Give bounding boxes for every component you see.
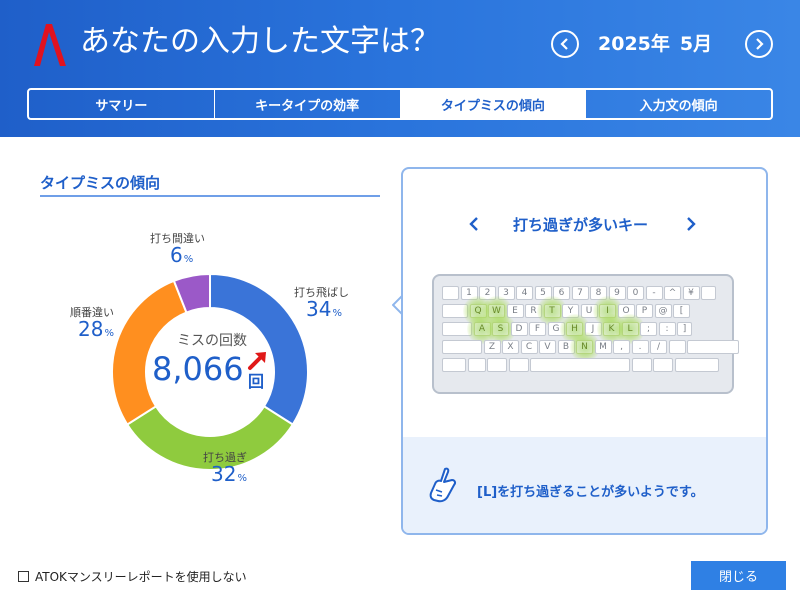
key-D: D xyxy=(510,322,528,336)
slice-value-skip: 34 xyxy=(306,297,332,321)
key-C: C xyxy=(520,340,538,354)
slice-unit-skip: % xyxy=(332,308,342,319)
key-blank xyxy=(442,286,459,300)
key-¥: ¥ xyxy=(682,286,700,300)
slice-pct-mistype: 6% xyxy=(170,243,193,267)
chevron-right-icon xyxy=(756,38,764,50)
key-T: T xyxy=(543,304,561,318)
atok-logo-icon xyxy=(34,24,66,66)
key-blank xyxy=(530,358,630,372)
slice-value-overtype: 32 xyxy=(211,462,237,486)
tab-key-efficiency[interactable]: キータイプの効率 xyxy=(215,90,401,118)
slice-pct-skip: 34% xyxy=(306,297,342,321)
key-blank xyxy=(631,358,652,372)
page-title: あなたの入力した文字は？ xyxy=(80,24,440,59)
key-blank xyxy=(687,340,739,354)
key-0: 0 xyxy=(627,286,644,300)
key-blank xyxy=(653,358,673,372)
checkbox-label: ATOKマンスリーレポートを使用しない xyxy=(35,570,247,584)
key-Z: Z xyxy=(483,340,501,354)
key-@: @ xyxy=(654,304,672,318)
key-blank xyxy=(467,358,486,372)
key-V: V xyxy=(539,340,556,354)
slice-pct-overtype: 32% xyxy=(211,462,247,486)
key-;: ; xyxy=(640,322,657,336)
keyboard-illustration: 1 2 3 4 5 6 7 8 9 0- ^ ¥ Q W E R T Y U I O P @[A S D F G H J K L;:] Z X C… xyxy=(432,274,739,394)
chevron-left-icon xyxy=(560,38,568,50)
slice-unit-order: % xyxy=(104,328,114,339)
key-L: L xyxy=(621,322,639,336)
tab-bar: サマリー キータイプの効率 タイプミスの傾向 入力文の傾向 xyxy=(27,88,773,120)
prev-key-category-button[interactable] xyxy=(466,216,482,232)
key-,: , xyxy=(613,340,630,354)
report-period: 2025年 5月 xyxy=(598,30,733,58)
disable-report-checkbox[interactable]: ATOKマンスリーレポートを使用しない xyxy=(18,568,247,585)
miss-count-value: 8,066 xyxy=(152,350,244,388)
key-4: 4 xyxy=(516,286,533,300)
slice-unit-mistype: % xyxy=(183,254,194,265)
key-[: [ xyxy=(673,304,690,318)
key-F: F xyxy=(529,322,546,336)
key-^: ^ xyxy=(664,286,681,300)
miss-count-unit: 回 xyxy=(248,372,265,391)
key-.: . xyxy=(631,340,649,354)
slice-value-mistype: 6 xyxy=(170,243,183,267)
slice-unit-overtype: % xyxy=(237,473,247,484)
key-7: 7 xyxy=(571,286,589,300)
next-month-button[interactable] xyxy=(745,30,773,58)
center-label: ミスの回数 xyxy=(177,333,247,349)
typo-hint-message: [L]を打ち過ぎることが多いようです。 xyxy=(477,485,704,500)
tab-input-trend[interactable]: 入力文の傾向 xyxy=(586,90,771,118)
key-blank xyxy=(668,340,686,354)
pointing-hand-icon xyxy=(429,467,457,503)
prev-month-button[interactable] xyxy=(551,30,579,58)
next-key-category-button[interactable] xyxy=(683,216,699,232)
key-:: : xyxy=(658,322,676,336)
key-blank xyxy=(701,286,716,300)
key-blank xyxy=(508,358,529,372)
key-X: X xyxy=(502,340,519,354)
close-button[interactable]: 閉じる xyxy=(691,561,786,590)
key-N: N xyxy=(576,340,593,354)
tab-summary[interactable]: サマリー xyxy=(29,90,215,118)
keyboard-title: 打ち過ぎが多いキー xyxy=(513,216,649,234)
section-divider xyxy=(40,195,380,197)
key-]: ] xyxy=(677,322,692,336)
key-blank xyxy=(674,358,719,372)
key-/: / xyxy=(650,340,667,354)
key-blank xyxy=(442,358,466,372)
year-label: 2025年 xyxy=(598,33,670,55)
section-title: タイプミスの傾向 xyxy=(40,174,161,192)
key--: - xyxy=(645,286,663,300)
checkbox-box[interactable] xyxy=(18,571,29,582)
header: あなたの入力した文字は？ 2025年 5月 サマリー キータイプの効率 タイプミス… xyxy=(0,0,800,137)
month-label: 5月 xyxy=(679,33,713,55)
key-blank xyxy=(487,358,507,372)
slice-pct-order: 28% xyxy=(78,317,114,341)
slice-value-order: 28 xyxy=(78,317,104,341)
key-M: M xyxy=(594,340,612,354)
key-S: S xyxy=(492,322,509,336)
tab-typo-trend[interactable]: タイプミスの傾向 xyxy=(400,90,587,118)
key-blank xyxy=(442,340,482,354)
